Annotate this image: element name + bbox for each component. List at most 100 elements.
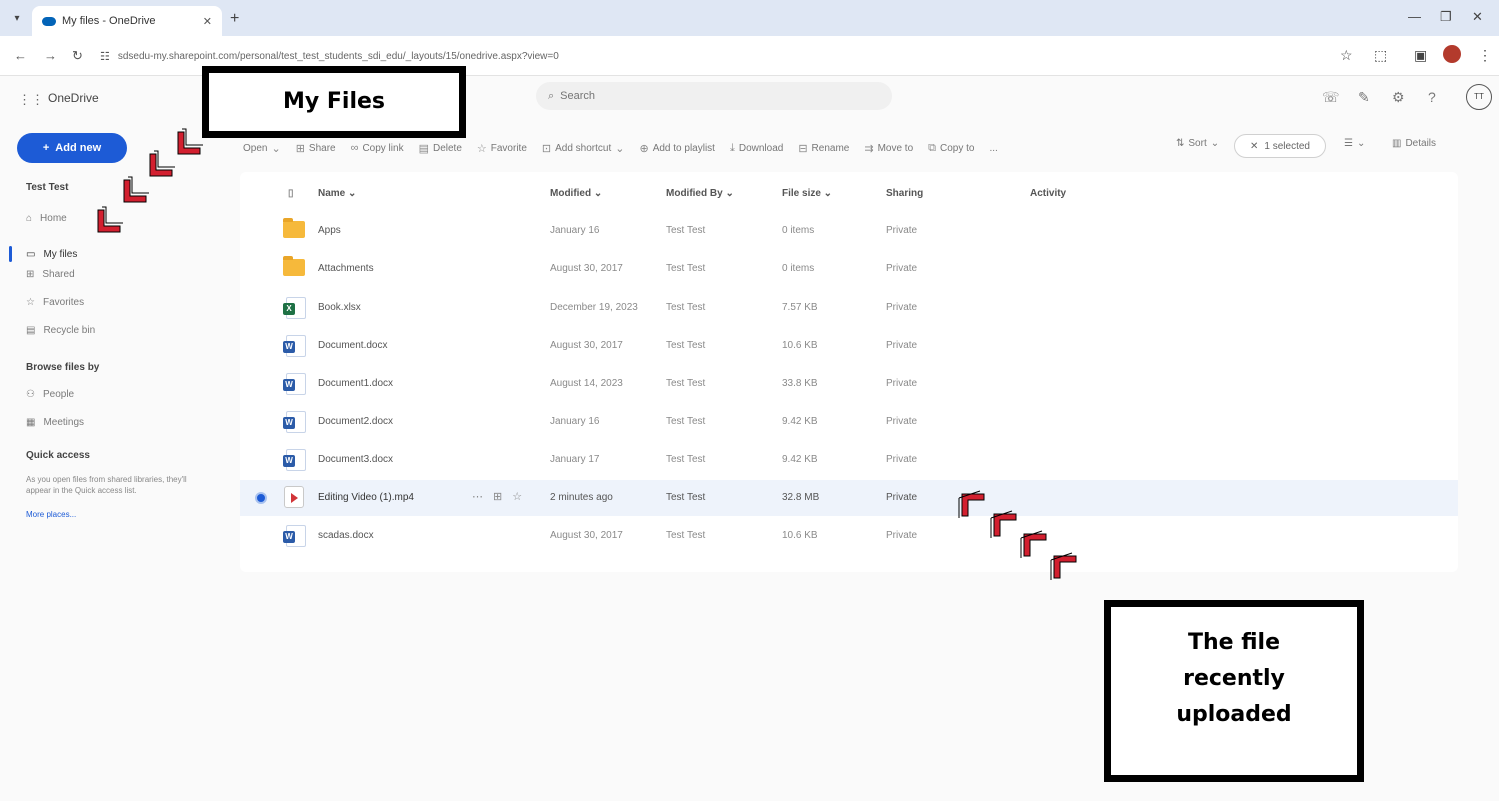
close-window-icon[interactable]: ✕ — [1472, 9, 1483, 25]
column-header-name[interactable]: Name ⌄ — [318, 188, 356, 199]
column-header-activity[interactable]: Activity — [1030, 188, 1066, 199]
file-name[interactable]: Document.docx — [318, 340, 387, 351]
sidebar-item-meetings[interactable]: ▦ Meetings — [26, 414, 84, 430]
select-all-file-icon[interactable]: ▯ — [288, 188, 294, 199]
delete-button[interactable]: ▤ Delete — [419, 142, 462, 155]
file-sharing[interactable]: Private — [886, 530, 917, 541]
sidebar-item-shared[interactable]: ⊞ Shared — [26, 266, 75, 282]
copy-to-button[interactable]: ⧉ Copy to — [928, 142, 974, 155]
file-name[interactable]: scadas.docx — [318, 530, 374, 541]
sidebar-item-my-files[interactable]: ▭ My files — [26, 246, 77, 262]
file-sharing[interactable]: Private — [886, 225, 917, 236]
file-modified-by[interactable]: Test Test — [666, 454, 705, 465]
table-row[interactable]: Attachments August 30, 2017 Test Test 0 … — [240, 251, 1458, 287]
url-field[interactable]: ☷ sdsedu-my.sharepoint.com/personal/test… — [100, 44, 1300, 68]
sidebar-item-recycle-bin[interactable]: ▤ Recycle bin — [26, 322, 95, 338]
more-actions-icon[interactable]: ⋯ — [472, 490, 483, 503]
table-row-selected[interactable]: Editing Video (1).mp4 ⋯ ⊞ ☆ 2 minutes ag… — [240, 480, 1458, 516]
file-sharing[interactable]: Private — [886, 492, 917, 503]
file-modified-by[interactable]: Test Test — [666, 378, 705, 389]
file-sharing[interactable]: Private — [886, 263, 917, 274]
close-tab-icon[interactable]: ✕ — [203, 15, 212, 28]
tab-list-icon[interactable]: ▾ — [8, 10, 26, 28]
account-avatar[interactable]: TT — [1466, 84, 1492, 110]
chat-icon[interactable]: ☏ — [1322, 89, 1340, 106]
download-button[interactable]: ⤓ Download — [730, 142, 783, 155]
file-modified: August 30, 2017 — [550, 263, 623, 274]
table-row[interactable]: X Book.xlsx December 19, 2023 Test Test … — [240, 290, 1458, 326]
table-row[interactable]: W Document2.docx January 16 Test Test 9.… — [240, 404, 1458, 440]
table-row[interactable]: W Document1.docx August 14, 2023 Test Te… — [240, 366, 1458, 402]
settings-icon[interactable]: ⚙ — [1392, 89, 1405, 106]
app-launcher-icon[interactable]: ⋮⋮ — [18, 92, 44, 108]
forward-icon[interactable]: → — [44, 48, 57, 63]
file-sharing[interactable]: Private — [886, 340, 917, 351]
file-name[interactable]: Apps — [318, 225, 341, 236]
bookmark-star-icon[interactable]: ☆ — [1340, 47, 1353, 64]
favorite-star-icon[interactable]: ☆ — [512, 490, 522, 503]
selection-pill[interactable]: ✕ 1 selected — [1234, 134, 1326, 158]
file-name[interactable]: Document1.docx — [318, 378, 393, 389]
table-row[interactable]: Apps January 16 Test Test 0 items Privat… — [240, 213, 1458, 249]
table-row[interactable]: W Document3.docx January 17 Test Test 9.… — [240, 442, 1458, 478]
file-name[interactable]: Book.xlsx — [318, 302, 361, 313]
file-name[interactable]: Editing Video (1).mp4 — [318, 492, 414, 503]
sort-button[interactable]: ⇅ Sort ⌄ — [1176, 138, 1219, 149]
file-modified-by[interactable]: Test Test — [666, 340, 705, 351]
file-modified-by[interactable]: Test Test — [666, 263, 705, 274]
file-modified-by[interactable]: Test Test — [666, 302, 705, 313]
column-header-file-size[interactable]: File size ⌄ — [782, 188, 832, 199]
share-button[interactable]: ⊞ Share — [296, 142, 336, 155]
new-tab-icon[interactable]: + — [230, 10, 239, 28]
clear-selection-icon[interactable]: ✕ — [1250, 141, 1258, 152]
details-button[interactable]: ▥ Details — [1392, 138, 1436, 149]
open-button[interactable]: Open ⌄ — [243, 142, 281, 155]
restore-icon[interactable]: ❐ — [1440, 9, 1452, 25]
sidebar-item-people[interactable]: ⚇ People — [26, 386, 74, 402]
table-row[interactable]: W Document.docx August 30, 2017 Test Tes… — [240, 328, 1458, 364]
file-sharing[interactable]: Private — [886, 416, 917, 427]
sidebar-item-home[interactable]: ⌂ Home — [26, 210, 67, 226]
column-header-modified[interactable]: Modified ⌄ — [550, 188, 602, 199]
browser-menu-icon[interactable]: ⋮ — [1478, 47, 1492, 64]
sidebar-item-favorites[interactable]: ☆ Favorites — [26, 294, 84, 310]
search-box[interactable]: ⌕ — [536, 82, 892, 110]
file-modified-by[interactable]: Test Test — [666, 530, 705, 541]
rename-button[interactable]: ⊟ Rename — [798, 142, 849, 155]
more-button[interactable]: ... — [989, 143, 997, 154]
megaphone-icon[interactable]: ✎ — [1358, 89, 1370, 106]
file-modified-by[interactable]: Test Test — [666, 416, 705, 427]
app-name[interactable]: OneDrive — [48, 91, 99, 105]
column-header-sharing[interactable]: Sharing — [886, 188, 923, 199]
add-new-button[interactable]: + Add new — [17, 133, 127, 163]
favorite-button[interactable]: ☆ Favorite — [477, 142, 527, 155]
file-modified-by[interactable]: Test Test — [666, 492, 705, 503]
help-icon[interactable]: ? — [1428, 89, 1436, 105]
reload-icon[interactable]: ↻ — [72, 48, 83, 64]
back-icon[interactable]: ← — [14, 48, 27, 63]
add-to-playlist-button[interactable]: ⊕ Add to playlist — [639, 142, 714, 155]
row-checkmark-icon[interactable] — [255, 492, 267, 504]
share-icon[interactable]: ⊞ — [493, 490, 502, 503]
column-header-modified-by[interactable]: Modified By ⌄ — [666, 188, 734, 199]
file-name[interactable]: Document2.docx — [318, 416, 393, 427]
file-sharing[interactable]: Private — [886, 454, 917, 465]
move-to-button[interactable]: ⇉ Move to — [864, 142, 913, 155]
file-name[interactable]: Document3.docx — [318, 454, 393, 465]
table-row[interactable]: W scadas.docx August 30, 2017 Test Test … — [240, 518, 1458, 554]
browser-tab[interactable]: My files - OneDrive ✕ — [32, 6, 222, 36]
extensions-icon[interactable]: ⬚ — [1374, 47, 1387, 64]
site-info-icon[interactable]: ☷ — [100, 50, 110, 63]
file-name[interactable]: Attachments — [318, 263, 374, 274]
file-sharing[interactable]: Private — [886, 302, 917, 313]
browser-profile-avatar[interactable] — [1443, 45, 1461, 63]
add-shortcut-button[interactable]: ⊡ Add shortcut ⌄ — [542, 142, 625, 155]
view-options-button[interactable]: ☰ ⌄ — [1344, 138, 1365, 149]
copy-link-button[interactable]: ∞ Copy link — [351, 142, 404, 154]
search-input[interactable] — [560, 90, 861, 102]
file-sharing[interactable]: Private — [886, 378, 917, 389]
minimize-icon[interactable]: — — [1408, 9, 1421, 24]
sidepanel-icon[interactable]: ▣ — [1414, 47, 1427, 64]
more-places-link[interactable]: More places... — [26, 510, 76, 519]
file-modified-by[interactable]: Test Test — [666, 225, 705, 236]
